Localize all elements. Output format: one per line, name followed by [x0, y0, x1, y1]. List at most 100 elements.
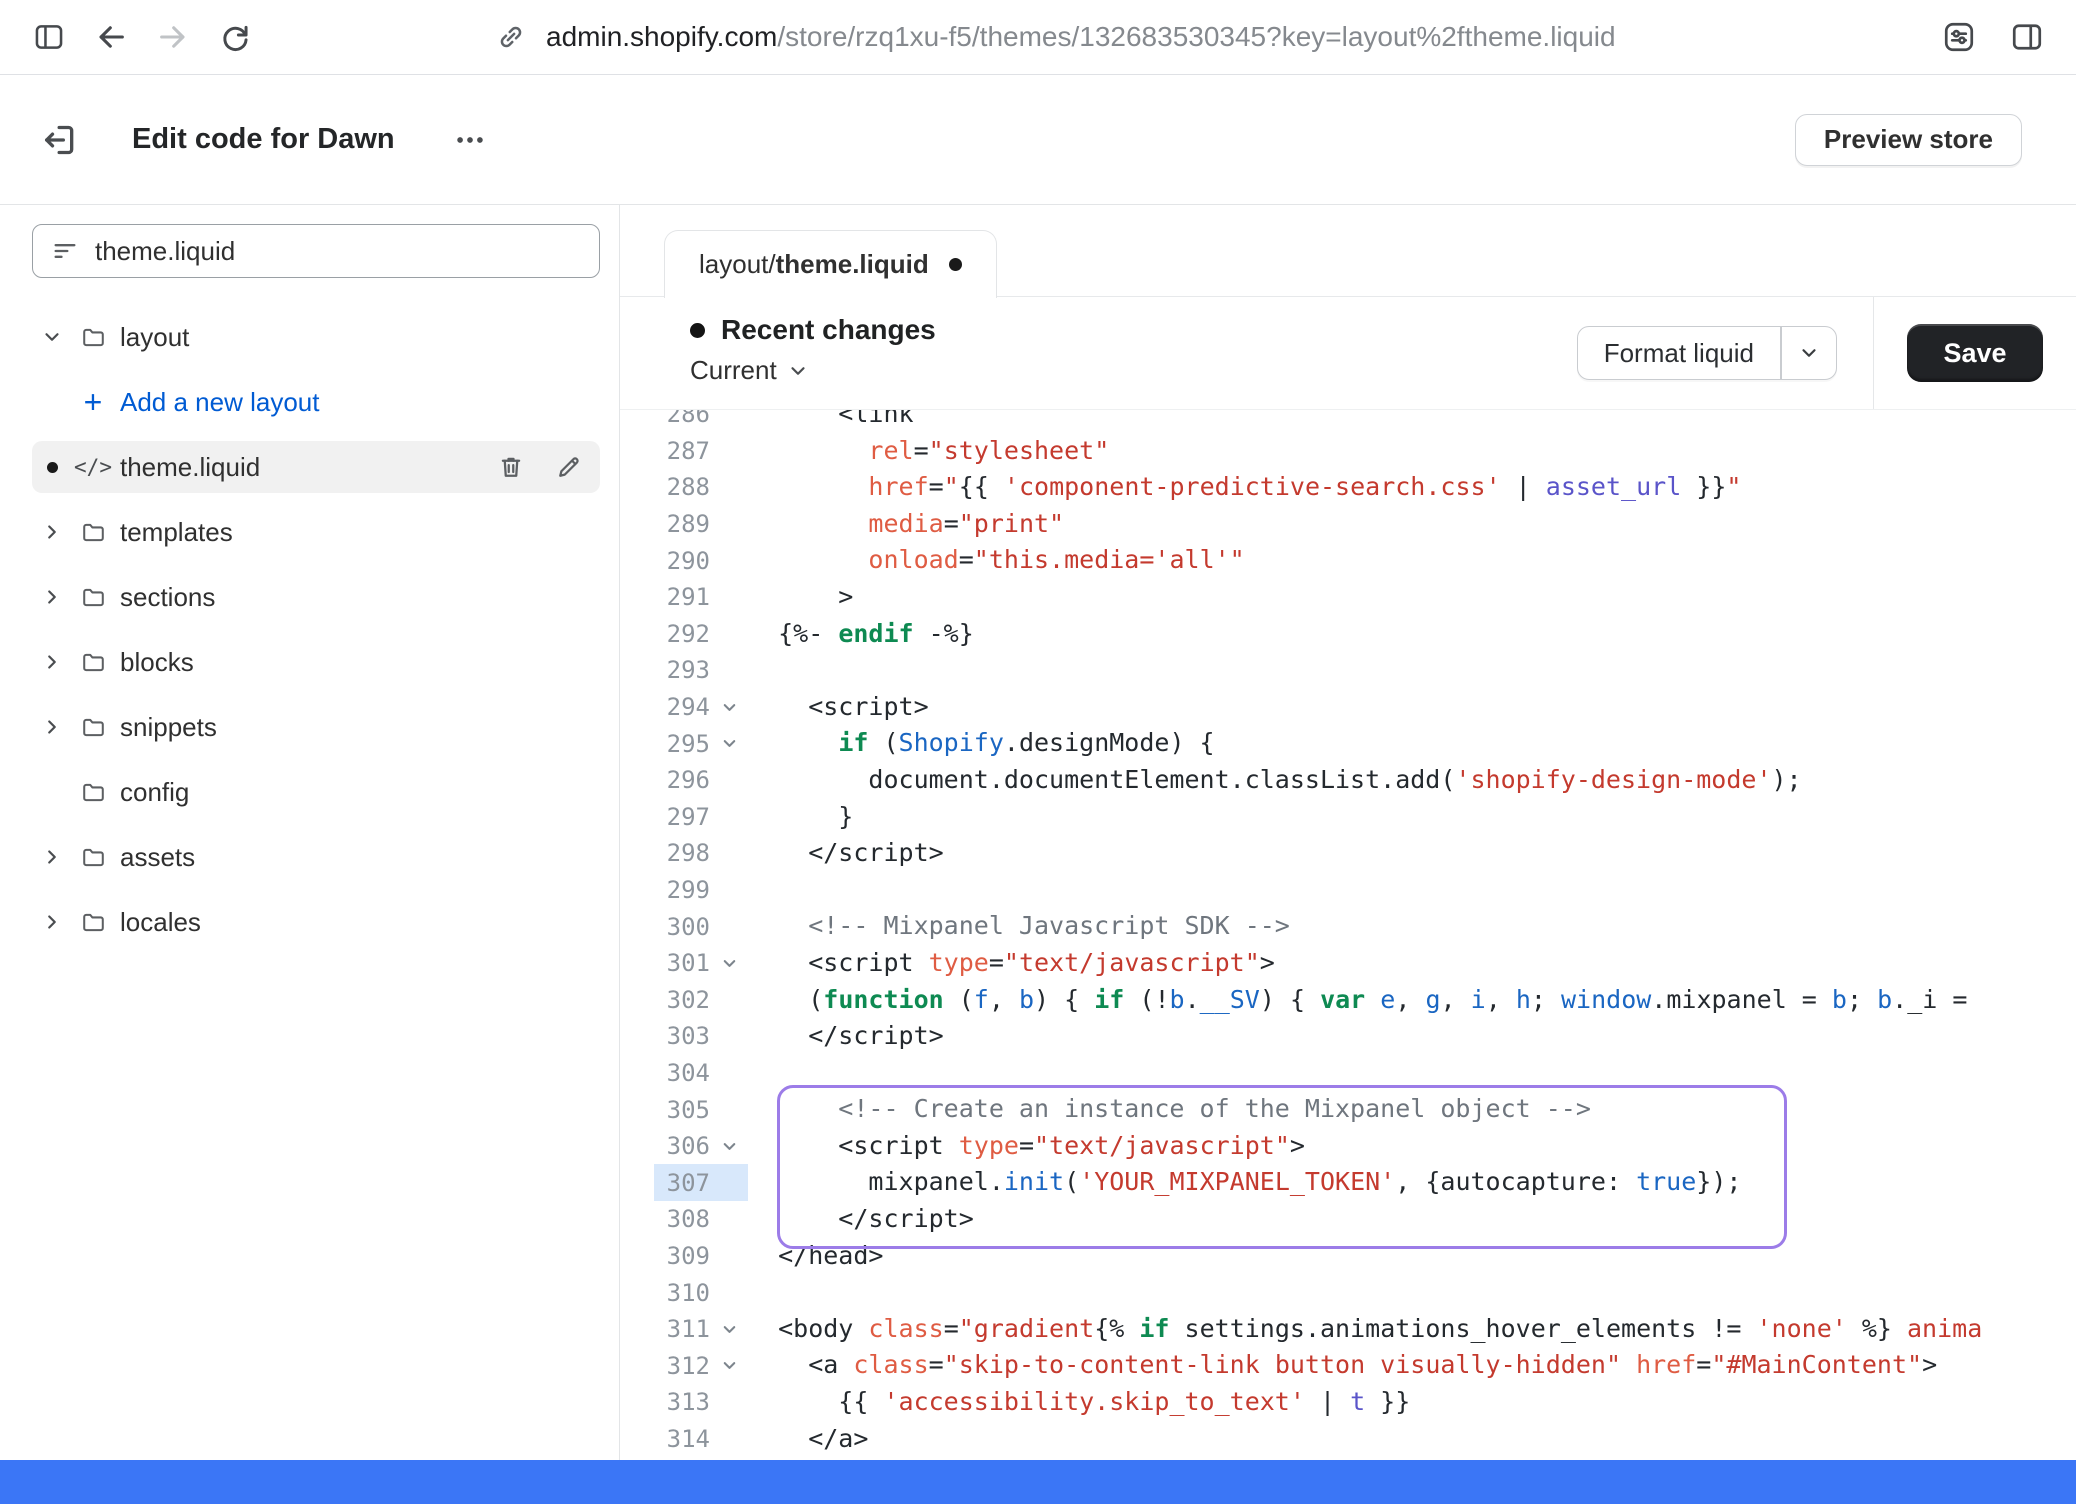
tree-item-blocks[interactable]: blocks	[32, 636, 600, 688]
code-line-313[interactable]: 313 {{ 'accessibility.skip_to_text' | t …	[620, 1384, 2076, 1421]
changes-dot	[690, 323, 705, 338]
line-number: 288	[620, 473, 710, 501]
code-line-306[interactable]: 306 <script type="text/javascript">	[620, 1128, 2076, 1165]
tree-item-locales[interactable]: locales	[32, 896, 600, 948]
line-number: 296	[620, 766, 710, 794]
chevron-right-icon	[32, 521, 72, 543]
line-number: 289	[620, 510, 710, 538]
folder-icon	[72, 324, 114, 351]
exit-icon[interactable]	[40, 120, 80, 160]
fold-chevron-icon[interactable]	[710, 1137, 748, 1156]
file-search-input[interactable]	[95, 236, 581, 267]
code-line-293[interactable]: 293	[620, 652, 2076, 689]
line-number: 302	[620, 986, 710, 1014]
delete-file-button[interactable]	[496, 452, 526, 482]
tree-item-label: snippets	[120, 712, 217, 743]
fold-chevron-icon[interactable]	[710, 1320, 748, 1339]
code-line-288[interactable]: 288 href="{{ 'component-predictive-searc…	[620, 469, 2076, 506]
recent-changes-label: Recent changes	[721, 314, 936, 346]
code-line-297[interactable]: 297 }	[620, 799, 2076, 836]
chevron-right-icon	[32, 586, 72, 608]
code-editor-pane: layout/theme.liquid Recent changes Curre…	[620, 205, 2076, 1460]
side-panel-toggle-icon[interactable]	[2008, 18, 2046, 56]
code-line-304[interactable]: 304	[620, 1055, 2076, 1092]
code-line-309[interactable]: 309 </head>	[620, 1238, 2076, 1275]
line-number: 292	[620, 620, 710, 648]
tree-item-label: Add a new layout	[120, 387, 319, 418]
tree-item-layout[interactable]: layout	[32, 311, 600, 363]
code-line-312[interactable]: 312 <a class="skip-to-content-link butto…	[620, 1347, 2076, 1384]
tab-label: layout/theme.liquid	[699, 249, 929, 280]
fold-chevron-icon[interactable]	[710, 734, 748, 753]
tree-item-snippets[interactable]: snippets	[32, 701, 600, 753]
line-number: 314	[620, 1425, 710, 1453]
line-number: 293	[620, 656, 710, 684]
line-number: 300	[620, 913, 710, 941]
editor-toolbar: Recent changes Current Format liquid	[620, 297, 2076, 410]
code-line-311[interactable]: 311 <body class="gradient{% if settings.…	[620, 1311, 2076, 1348]
code-line-310[interactable]: 310	[620, 1274, 2076, 1311]
code-line-292[interactable]: 292 {%- endif -%}	[620, 616, 2076, 653]
browser-sidebar-toggle-icon[interactable]	[30, 18, 68, 56]
url-domain: admin.shopify.com	[546, 21, 777, 52]
app-header: Edit code for Dawn Preview store	[0, 75, 2076, 205]
folder-icon	[72, 779, 114, 806]
url-text: admin.shopify.com/store/rzq1xu-f5/themes…	[546, 21, 1616, 53]
code-line-314[interactable]: 314 </a>	[620, 1421, 2076, 1458]
tree-item-sections[interactable]: sections	[32, 571, 600, 623]
code-line-308[interactable]: 308 </script>	[620, 1201, 2076, 1238]
address-bar[interactable]: admin.shopify.com/store/rzq1xu-f5/themes…	[492, 18, 1616, 56]
modified-dot	[32, 462, 72, 473]
line-number: 311	[620, 1315, 710, 1343]
code-line-287[interactable]: 287 rel="stylesheet"	[620, 433, 2076, 470]
folder-icon	[72, 714, 114, 741]
file-search[interactable]	[32, 224, 600, 278]
tree-item-config[interactable]: config	[32, 766, 600, 818]
browser-window: admin.shopify.com/store/rzq1xu-f5/themes…	[0, 0, 2076, 1504]
code-line-295[interactable]: 295 if (Shopify.designMode) {	[620, 725, 2076, 762]
code-line-303[interactable]: 303 </script>	[620, 1018, 2076, 1055]
code-line-294[interactable]: 294 <script>	[620, 689, 2076, 726]
version-dropdown[interactable]: Current	[690, 355, 936, 386]
fold-chevron-icon[interactable]	[710, 698, 748, 717]
line-number: 290	[620, 547, 710, 575]
code-line-302[interactable]: 302 (function (f, b) { if (!b.__SV) { va…	[620, 982, 2076, 1019]
code-line-290[interactable]: 290 onload="this.media='all'"	[620, 542, 2076, 579]
tree-item-assets[interactable]: assets	[32, 831, 600, 883]
folder-icon	[72, 649, 114, 676]
code-line-296[interactable]: 296 document.documentElement.classList.a…	[620, 762, 2076, 799]
code-line-298[interactable]: 298 </script>	[620, 835, 2076, 872]
line-number: 309	[620, 1242, 710, 1270]
line-number: 307	[620, 1169, 710, 1197]
format-liquid-button[interactable]: Format liquid	[1578, 338, 1780, 369]
code-line-286[interactable]: 286 <link	[620, 410, 2076, 433]
save-button[interactable]: Save	[1907, 324, 2042, 382]
chevron-right-icon	[32, 651, 72, 673]
code-line-291[interactable]: 291 >	[620, 579, 2076, 616]
code-editor[interactable]: 286 <link287 rel="stylesheet"288 href="{…	[620, 410, 2076, 1460]
code-line-300[interactable]: 300 <!-- Mixpanel Javascript SDK -->	[620, 908, 2076, 945]
tree-item-label: templates	[120, 517, 233, 548]
more-options-button[interactable]	[453, 123, 487, 157]
bottom-blue-bar	[0, 1460, 2076, 1504]
rename-file-button[interactable]	[554, 452, 584, 482]
code-line-305[interactable]: 305 <!-- Create an instance of the Mixpa…	[620, 1091, 2076, 1128]
code-line-289[interactable]: 289 media="print"	[620, 506, 2076, 543]
fold-chevron-icon[interactable]	[710, 1356, 748, 1375]
tree-item-templates[interactable]: templates	[32, 506, 600, 558]
preview-store-button[interactable]: Preview store	[1795, 114, 2022, 166]
tree-item-theme-liquid[interactable]: </>theme.liquid	[32, 441, 600, 493]
tab-theme-liquid[interactable]: layout/theme.liquid	[664, 230, 997, 298]
fold-chevron-icon[interactable]	[710, 954, 748, 973]
extensions-icon[interactable]	[1940, 18, 1978, 56]
chevron-right-icon	[32, 846, 72, 868]
folder-icon	[72, 519, 114, 546]
browser-reload-icon[interactable]	[216, 18, 254, 56]
code-line-301[interactable]: 301 <script type="text/javascript">	[620, 945, 2076, 982]
line-number: 298	[620, 839, 710, 867]
code-line-307[interactable]: 307 mixpanel.init('YOUR_MIXPANEL_TOKEN',…	[620, 1164, 2076, 1201]
format-options-chevron-icon[interactable]	[1782, 327, 1836, 379]
browser-back-icon[interactable]	[92, 18, 130, 56]
code-line-299[interactable]: 299	[620, 872, 2076, 909]
tree-action-add-layout[interactable]: +Add a new layout	[32, 376, 600, 428]
